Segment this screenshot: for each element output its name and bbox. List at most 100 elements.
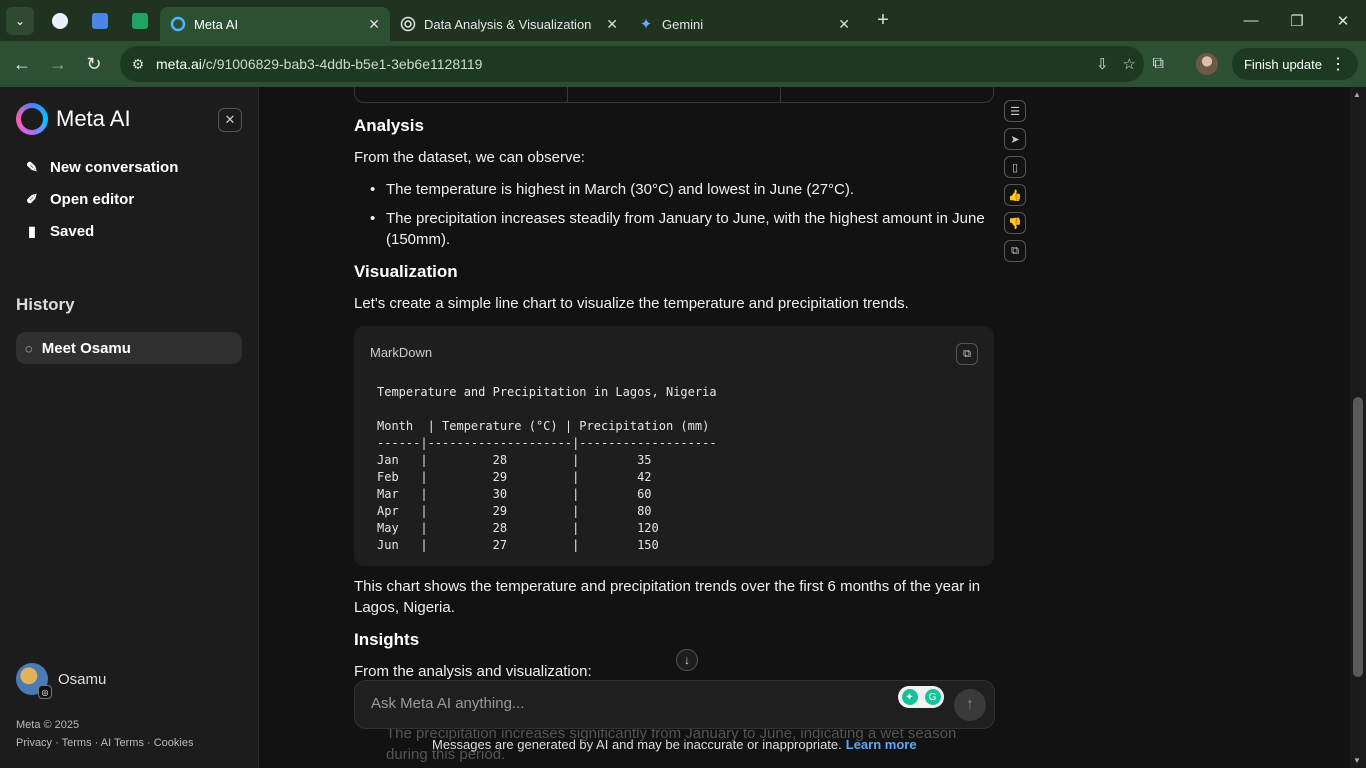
meta-ai-logo[interactable]: Meta AI	[16, 103, 131, 135]
scroll-to-bottom-icon[interactable]: ↓	[676, 649, 698, 671]
close-tab-icon[interactable]: ✕	[606, 16, 618, 33]
copyright: Meta © 2025	[16, 719, 80, 731]
analysis-bullet: The temperature is highest in March (30°…	[370, 179, 986, 200]
table-bottom-edge	[354, 87, 994, 103]
send-arrow-icon[interactable]: ↑	[954, 689, 986, 721]
tab-gemini[interactable]: ✦ Gemini ✕	[628, 7, 860, 41]
new-tab-button[interactable]: +	[868, 6, 898, 36]
disclaimer: Messages are generated by AI and may be …	[432, 737, 917, 752]
close-tab-icon[interactable]: ✕	[368, 16, 380, 33]
close-sidebar-button[interactable]: ✕	[218, 108, 242, 132]
scroll-down-icon[interactable]: ▼	[1353, 756, 1361, 765]
site-info-icon[interactable]: ⚙	[120, 56, 156, 73]
tab-label: Data Analysis & Visualization	[424, 16, 592, 32]
finish-update-button[interactable]: Finish update ⋮	[1231, 48, 1358, 80]
bookmark-star-icon[interactable]: ☆	[1123, 55, 1136, 73]
insights-heading: Insights	[354, 630, 420, 649]
window-controls: — ❐ ✕	[1228, 0, 1366, 41]
forward-icon[interactable]: →	[40, 46, 76, 82]
meta-ai-ring-icon	[16, 103, 48, 135]
page-scrollbar[interactable]: ▲ ▼	[1350, 87, 1366, 768]
sidebar-item-label: Saved	[50, 223, 95, 240]
history-heading: History	[16, 295, 75, 314]
user-avatar: ◎	[16, 663, 52, 699]
pinned-tab-docs[interactable]	[80, 0, 120, 41]
visualization-intro: Let's create a simple line chart to visu…	[354, 295, 909, 312]
pen-icon: ✐	[26, 191, 38, 207]
more-vert-icon: ⋮	[1330, 56, 1346, 73]
chart-summary: This chart shows the temperature and pre…	[354, 578, 981, 616]
edit-icon: ✎	[26, 159, 38, 175]
tab-search-button[interactable]: ⌄	[6, 6, 34, 35]
pinned-tab-1[interactable]	[40, 0, 80, 41]
code-block: MarkDown ⧉ Temperature and Precipitation…	[354, 326, 994, 566]
sidebar-item-open-editor[interactable]: ✐ Open editor	[24, 191, 134, 208]
ask-input[interactable]	[371, 695, 871, 712]
sheets-icon	[132, 12, 148, 29]
bookmark-icon[interactable]: ▯	[1004, 156, 1026, 178]
sidebar-item-new-conversation[interactable]: ✎ New conversation	[24, 159, 178, 176]
address-bar[interactable]: ⚙ meta.ai/c/91006829-bab3-4ddb-b5e1-3eb6…	[120, 46, 1144, 82]
browser-toolbar: ← → ↻ ⚙ meta.ai/c/91006829-bab3-4ddb-b5e…	[0, 41, 1366, 87]
analysis-heading: Analysis	[354, 116, 424, 135]
grammarly-widget[interactable]: ✦ G	[898, 686, 944, 708]
pinned-tab-sheets[interactable]	[120, 0, 160, 41]
sidebar: Meta AI ✕ ✎ New conversation ✐ Open edit…	[0, 87, 259, 768]
analysis-bullet: The precipitation increases steadily fro…	[370, 208, 986, 250]
thumbs-up-icon[interactable]: 👍	[1004, 184, 1026, 206]
gemini-sparkle-icon: ✦	[639, 16, 653, 33]
disclaimer-text: Messages are generated by AI and may be …	[432, 737, 842, 752]
analysis-intro: From the dataset, we can observe:	[354, 149, 585, 166]
grammarly-g-icon: G	[924, 689, 941, 705]
restore-icon[interactable]: ❐	[1274, 0, 1320, 41]
tab-data-analysis[interactable]: Data Analysis & Visualization ✕	[390, 7, 628, 41]
logo-text: Meta AI	[56, 106, 131, 131]
chat-bubble-icon: ◌	[25, 340, 33, 356]
browser-tab-bar: ⌄ Meta AI ✕ Data Analysis & Visualizatio…	[0, 0, 1366, 41]
copy-code-icon[interactable]: ⧉	[956, 343, 978, 365]
sidebar-item-label: New conversation	[50, 159, 179, 176]
meta-ai-tab-icon	[170, 16, 186, 32]
user-name: Osamu	[58, 670, 107, 688]
scrollbar-thumb[interactable]	[1353, 397, 1363, 677]
tab-label: Meta AI	[194, 16, 239, 32]
tab-label: Gemini	[662, 16, 704, 32]
code-content: Temperature and Precipitation in Lagos, …	[377, 385, 717, 552]
url-domain: meta.ai	[156, 56, 202, 72]
sidebar-item-saved[interactable]: ▮ Saved	[24, 223, 94, 240]
url-path: /c/91006829-bab3-4ddb-b5e1-3eb6e1128119	[201, 56, 483, 72]
composer: ✦ G ↑	[354, 680, 995, 729]
sidebar-item-label: Open editor	[50, 191, 135, 208]
pinned-app-icon	[52, 12, 68, 29]
code-language-label: MarkDown	[370, 345, 433, 360]
user-profile[interactable]: ◎ Osamu	[16, 663, 107, 699]
copy-icon[interactable]: ⧉	[1004, 240, 1026, 262]
profile-avatar[interactable]	[1195, 53, 1218, 75]
history-item-label: Meet Osamu	[41, 339, 131, 357]
tab-meta-ai[interactable]: Meta AI ✕	[160, 7, 390, 41]
extensions-icon[interactable]: ⧉	[1153, 55, 1164, 73]
back-icon[interactable]: ←	[4, 46, 40, 82]
finish-update-label: Finish update	[1243, 56, 1322, 72]
thumbs-down-icon[interactable]: 👎	[1004, 212, 1026, 234]
url-text[interactable]: meta.ai/c/91006829-bab3-4ddb-b5e1-3eb6e1…	[156, 56, 482, 72]
minimize-icon[interactable]: —	[1228, 0, 1274, 41]
settings-sliders-icon[interactable]: ☰	[1004, 100, 1026, 122]
share-icon[interactable]: ➤	[1004, 128, 1026, 150]
instagram-icon: ◎	[38, 685, 52, 699]
scroll-up-icon[interactable]: ▲	[1353, 90, 1361, 99]
visualization-heading: Visualization	[354, 262, 458, 281]
close-tab-icon[interactable]: ✕	[838, 16, 850, 33]
reload-icon[interactable]: ↻	[76, 46, 112, 82]
bookmark-icon: ▮	[28, 223, 36, 239]
install-app-icon[interactable]: ⇩	[1096, 55, 1109, 73]
message-actions: ☰ ➤ ▯ 👍 👎 ⧉	[1004, 100, 1026, 262]
close-window-icon[interactable]: ✕	[1320, 0, 1366, 41]
footer-links[interactable]: Privacy · Terms · AI Terms · Cookies	[16, 737, 193, 749]
chatgpt-tab-icon	[400, 16, 416, 32]
history-item-meet-osamu[interactable]: ◌ Meet Osamu	[16, 332, 242, 364]
docs-icon	[92, 12, 108, 29]
chat-area: Analysis From the dataset, we can observ…	[260, 87, 1350, 768]
learn-more-link[interactable]: Learn more	[846, 737, 917, 752]
grammarly-assist-icon: ✦	[901, 689, 918, 705]
